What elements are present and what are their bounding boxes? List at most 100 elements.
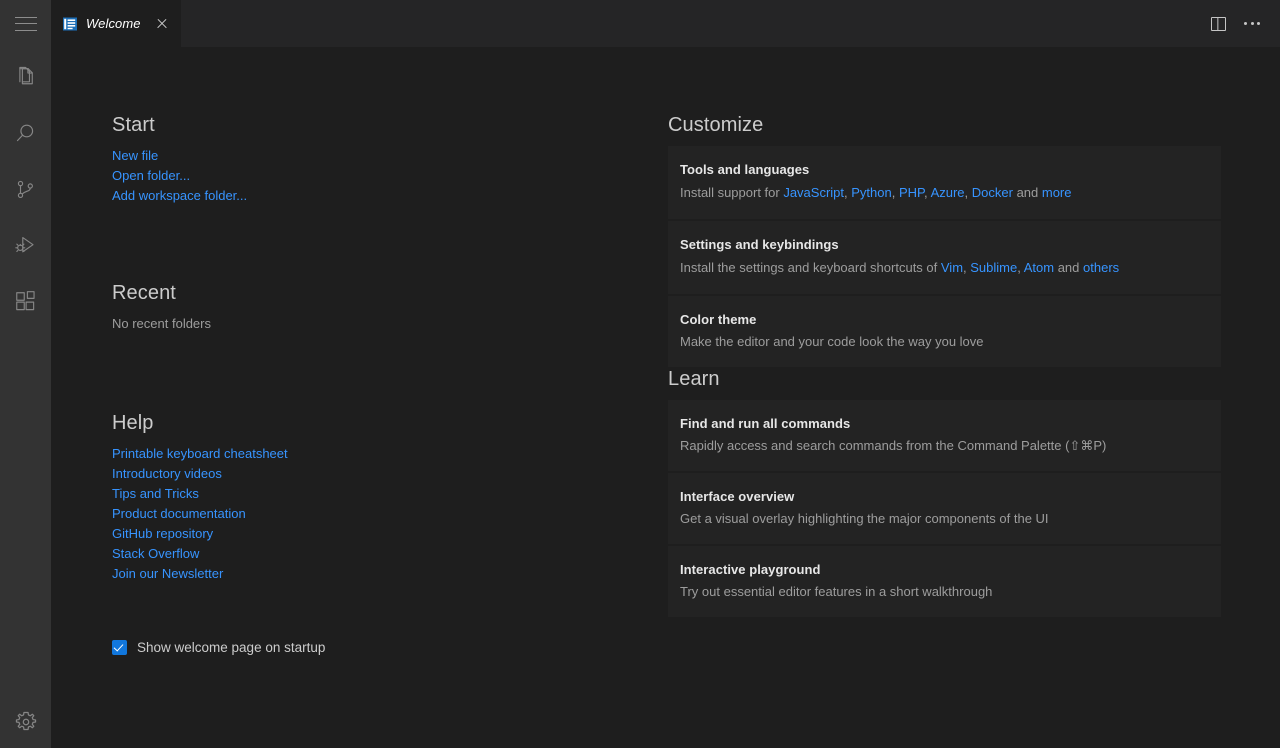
start-section: Start New file Open folder... Add worksp… xyxy=(112,113,668,206)
help-link-docs[interactable]: Product documentation xyxy=(112,506,246,521)
card-description: Get a visual overlay highlighting the ma… xyxy=(680,510,1209,528)
list-item: Printable keyboard cheatsheet xyxy=(112,444,668,464)
card-description: Make the editor and your code look the w… xyxy=(680,333,1209,351)
card-description: Install support for JavaScript, Python, … xyxy=(680,183,1209,203)
help-section: Help Printable keyboard cheatsheet Intro… xyxy=(112,411,668,584)
recent-empty-text: No recent folders xyxy=(112,314,668,334)
list-item: Product documentation xyxy=(112,504,668,524)
help-link-videos[interactable]: Introductory videos xyxy=(112,466,222,481)
help-link-cheatsheet[interactable]: Printable keyboard cheatsheet xyxy=(112,446,288,461)
open-folder-link[interactable]: Open folder... xyxy=(112,168,190,183)
show-welcome-label: Show welcome page on startup xyxy=(137,640,325,655)
split-editor-icon xyxy=(1211,17,1226,31)
card-title: Tools and languages xyxy=(680,161,1209,179)
close-icon[interactable] xyxy=(153,15,171,33)
help-links: Printable keyboard cheatsheet Introducto… xyxy=(112,444,668,584)
add-workspace-folder-link[interactable]: Add workspace folder... xyxy=(112,188,247,203)
show-welcome-on-startup-row[interactable]: Show welcome page on startup xyxy=(112,640,325,655)
list-item: GitHub repository xyxy=(112,524,668,544)
files-icon xyxy=(13,65,38,90)
customize-title: Customize xyxy=(668,113,1221,137)
list-item: Add workspace folder... xyxy=(112,186,668,206)
list-item: New file xyxy=(112,146,668,166)
vscode-window: Welcome xyxy=(0,0,1280,748)
lang-link-python[interactable]: Python xyxy=(851,185,891,200)
sep: , xyxy=(892,185,899,200)
extensions-icon xyxy=(13,289,38,314)
sidebar-item-extensions[interactable] xyxy=(0,273,51,329)
card-title: Interactive playground xyxy=(680,561,1209,579)
card-find-and-run-all-commands[interactable]: Find and run all commands Rapidly access… xyxy=(668,400,1221,471)
more-actions-button[interactable] xyxy=(1238,10,1266,38)
editor-tabbar: Welcome xyxy=(51,0,1280,47)
welcome-right-column: Customize Tools and languages Install su… xyxy=(668,113,1221,748)
menu-button[interactable] xyxy=(0,0,51,47)
titlebar-row: Welcome xyxy=(0,0,1280,47)
card-interface-overview[interactable]: Interface overview Get a visual overlay … xyxy=(668,473,1221,544)
list-item: Introductory videos xyxy=(112,464,668,484)
lang-link-azure[interactable]: Azure xyxy=(931,185,965,200)
recent-section: Recent No recent folders xyxy=(112,281,668,334)
help-link-github[interactable]: GitHub repository xyxy=(112,526,213,541)
start-title: Start xyxy=(112,113,668,137)
sidebar-item-run-and-debug[interactable] xyxy=(0,217,51,273)
list-item: Open folder... xyxy=(112,166,668,186)
ellipsis-icon xyxy=(1244,22,1260,25)
sidebar-item-explorer[interactable] xyxy=(0,49,51,105)
manage-settings-button[interactable] xyxy=(0,696,51,748)
help-link-tips[interactable]: Tips and Tricks xyxy=(112,486,199,501)
gear-icon xyxy=(13,709,39,735)
card-description: Try out essential editor features in a s… xyxy=(680,583,1209,601)
desc-mid: and xyxy=(1054,260,1083,275)
lang-link-docker[interactable]: Docker xyxy=(972,185,1013,200)
keymap-link-atom[interactable]: Atom xyxy=(1024,260,1054,275)
sep: , xyxy=(965,185,972,200)
tab-welcome[interactable]: Welcome xyxy=(51,0,182,47)
card-title: Interface overview xyxy=(680,488,1209,506)
lang-link-php[interactable]: PHP xyxy=(899,185,924,200)
run-and-debug-icon xyxy=(13,233,38,258)
help-link-newsletter[interactable]: Join our Newsletter xyxy=(112,566,223,581)
tab-label: Welcome xyxy=(86,16,141,31)
lang-link-javascript[interactable]: JavaScript xyxy=(783,185,844,200)
card-title: Settings and keybindings xyxy=(680,236,1209,254)
learn-cards: Find and run all commands Rapidly access… xyxy=(668,400,1221,617)
card-title: Find and run all commands xyxy=(680,415,1209,433)
start-links: New file Open folder... Add workspace fo… xyxy=(112,146,668,206)
desc-mid: and xyxy=(1013,185,1042,200)
card-interactive-playground[interactable]: Interactive playground Try out essential… xyxy=(668,546,1221,617)
lang-link-more[interactable]: more xyxy=(1042,185,1072,200)
card-color-theme[interactable]: Color theme Make the editor and your cod… xyxy=(668,296,1221,367)
editor-actions xyxy=(1204,0,1280,47)
split-editor-button[interactable] xyxy=(1204,10,1232,38)
keymap-link-others[interactable]: others xyxy=(1083,260,1119,275)
sidebar-item-source-control[interactable] xyxy=(0,161,51,217)
desc-prefix: Install the settings and keyboard shortc… xyxy=(680,260,941,275)
new-file-link[interactable]: New file xyxy=(112,148,158,163)
welcome-page-icon xyxy=(62,16,78,32)
welcome-left-column: Start New file Open folder... Add worksp… xyxy=(112,113,668,748)
help-link-stackoverflow[interactable]: Stack Overflow xyxy=(112,546,199,561)
keymap-link-sublime[interactable]: Sublime xyxy=(970,260,1017,275)
editor-area: Start New file Open folder... Add worksp… xyxy=(51,47,1280,748)
activity-bar xyxy=(0,47,51,748)
keymap-link-vim[interactable]: Vim xyxy=(941,260,963,275)
customize-cards: Tools and languages Install support for … xyxy=(668,146,1221,367)
hamburger-menu-icon[interactable] xyxy=(15,17,37,31)
recent-title: Recent xyxy=(112,281,668,305)
card-settings-and-keybindings[interactable]: Settings and keybindings Install the set… xyxy=(668,221,1221,294)
card-tools-and-languages[interactable]: Tools and languages Install support for … xyxy=(668,146,1221,219)
workbench-body: Start New file Open folder... Add worksp… xyxy=(0,47,1280,748)
sidebar-item-search[interactable] xyxy=(0,105,51,161)
learn-title: Learn xyxy=(668,367,1221,391)
list-item: Join our Newsletter xyxy=(112,564,668,584)
search-icon xyxy=(13,121,38,146)
welcome-page: Start New file Open folder... Add worksp… xyxy=(51,47,1280,748)
card-title: Color theme xyxy=(680,311,1209,329)
list-item: Stack Overflow xyxy=(112,544,668,564)
desc-prefix: Install support for xyxy=(680,185,783,200)
source-control-icon xyxy=(13,177,38,202)
show-welcome-checkbox[interactable] xyxy=(112,640,127,655)
list-item: Tips and Tricks xyxy=(112,484,668,504)
help-title: Help xyxy=(112,411,668,435)
